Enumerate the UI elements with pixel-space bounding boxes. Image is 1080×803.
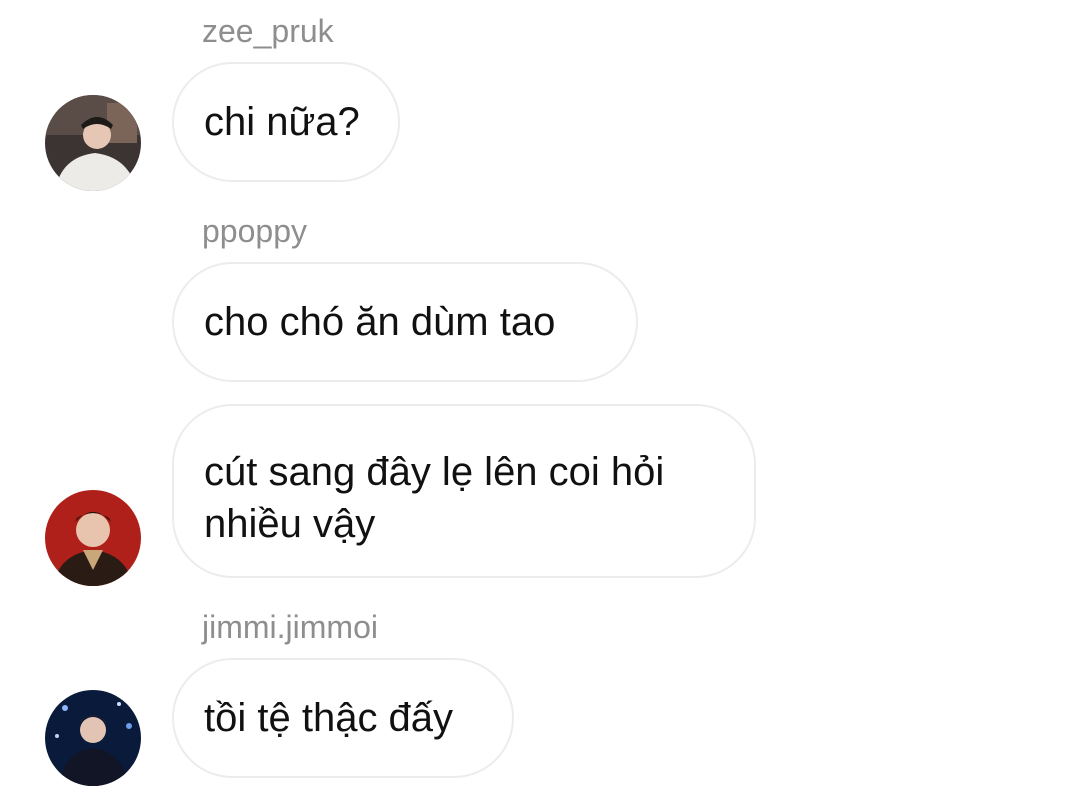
avatar[interactable] xyxy=(45,690,141,786)
avatar[interactable] xyxy=(45,490,141,586)
user-avatar-icon xyxy=(45,690,141,786)
message-text: cút sang đây lẹ lên coi hỏi nhiều vậy xyxy=(204,450,665,546)
message-text: tồi tệ thậc đấy xyxy=(204,696,454,740)
sender-name: zee_pruk xyxy=(202,13,334,49)
avatar[interactable] xyxy=(45,95,141,191)
user-avatar-icon xyxy=(45,490,141,586)
message-bubble[interactable]: cút sang đây lẹ lên coi hỏi nhiều vậy xyxy=(172,404,756,578)
sender-name: jimmi.jimmoi xyxy=(202,609,378,645)
message-bubble[interactable]: cho chó ăn dùm tao xyxy=(172,262,638,382)
message-bubble[interactable]: chi nữa? xyxy=(172,62,400,182)
message-text: cho chó ăn dùm tao xyxy=(204,300,556,344)
sender-name: ppoppy xyxy=(202,213,307,249)
user-avatar-icon xyxy=(45,95,141,191)
message-text: chi nữa? xyxy=(204,100,360,144)
message-bubble[interactable]: tồi tệ thậc đấy xyxy=(172,658,514,778)
